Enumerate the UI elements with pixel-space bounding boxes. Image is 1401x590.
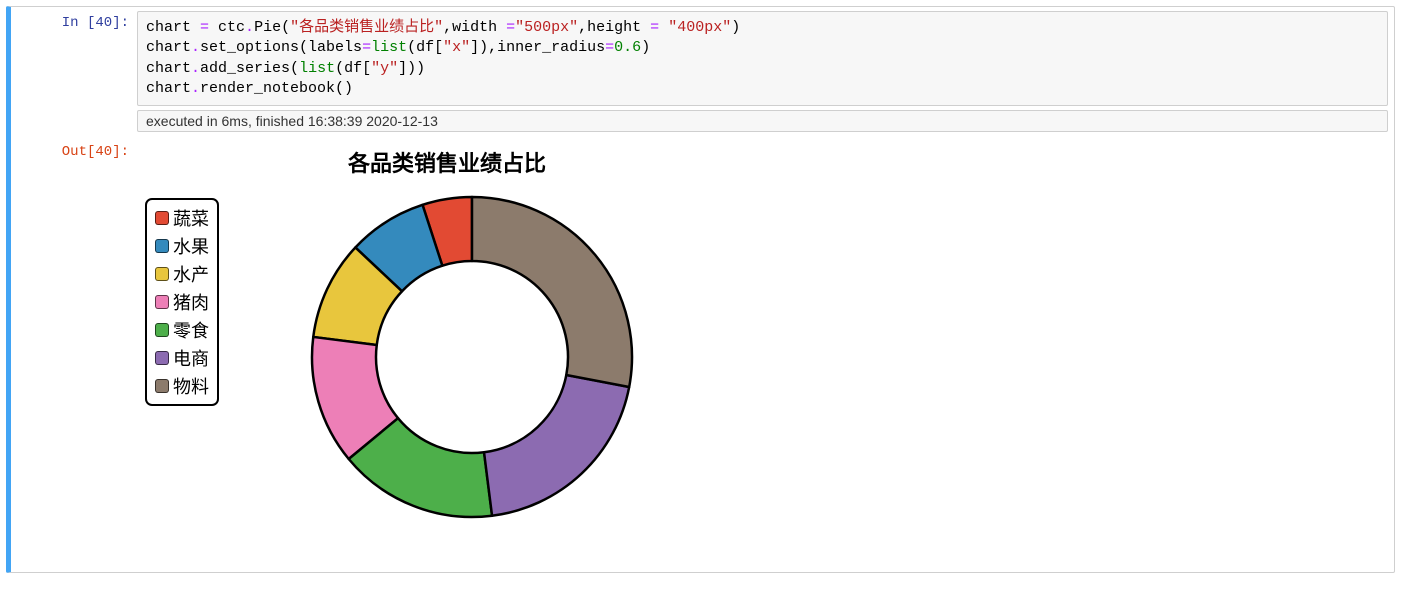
- legend-swatch: [155, 211, 169, 225]
- legend-label: 猪肉: [173, 289, 209, 315]
- notebook-cell: In [40]: chart = ctc.Pie("各品类销售业绩占比",wid…: [6, 6, 1395, 573]
- output-row: Out[40]: 各品类销售业绩占比 蔬菜水果水产猪肉零食电商物料: [11, 136, 1394, 572]
- legend-label: 蔬菜: [173, 205, 209, 231]
- donut-holder: [297, 182, 647, 532]
- legend-swatch: [155, 379, 169, 393]
- legend-label: 零食: [173, 317, 209, 343]
- pie-chart: 各品类销售业绩占比 蔬菜水果水产猪肉零食电商物料: [137, 140, 637, 562]
- legend-item[interactable]: 水果: [155, 232, 209, 260]
- legend-item[interactable]: 物料: [155, 372, 209, 400]
- out-prompt: Out[40]:: [11, 136, 137, 164]
- legend-item[interactable]: 猪肉: [155, 288, 209, 316]
- output-area: 各品类销售业绩占比 蔬菜水果水产猪肉零食电商物料: [137, 136, 1394, 562]
- legend-item[interactable]: 蔬菜: [155, 204, 209, 232]
- legend-label: 物料: [173, 373, 209, 399]
- legend-swatch: [155, 295, 169, 309]
- code-text: chart = ctc.Pie("各品类销售业绩占比",width ="500p…: [146, 18, 1379, 99]
- chart-body: 蔬菜水果水产猪肉零食电商物料: [137, 182, 637, 562]
- pie-slice[interactable]: [472, 197, 632, 387]
- legend-label: 电商: [173, 345, 209, 371]
- legend-swatch: [155, 351, 169, 365]
- pie-slice[interactable]: [484, 375, 629, 516]
- chart-legend[interactable]: 蔬菜水果水产猪肉零食电商物料: [145, 198, 219, 406]
- legend-label: 水产: [173, 261, 209, 287]
- legend-swatch: [155, 267, 169, 281]
- donut-svg: [297, 182, 647, 532]
- legend-item[interactable]: 电商: [155, 344, 209, 372]
- legend-label: 水果: [173, 233, 209, 259]
- chart-title: 各品类销售业绩占比: [197, 146, 697, 178]
- legend-swatch: [155, 239, 169, 253]
- legend-swatch: [155, 323, 169, 337]
- input-row: In [40]: chart = ctc.Pie("各品类销售业绩占比",wid…: [11, 7, 1394, 106]
- legend-item[interactable]: 零食: [155, 316, 209, 344]
- in-prompt: In [40]:: [11, 7, 137, 35]
- execution-status: executed in 6ms, finished 16:38:39 2020-…: [137, 110, 1388, 132]
- legend-item[interactable]: 水产: [155, 260, 209, 288]
- code-input[interactable]: chart = ctc.Pie("各品类销售业绩占比",width ="500p…: [137, 11, 1388, 106]
